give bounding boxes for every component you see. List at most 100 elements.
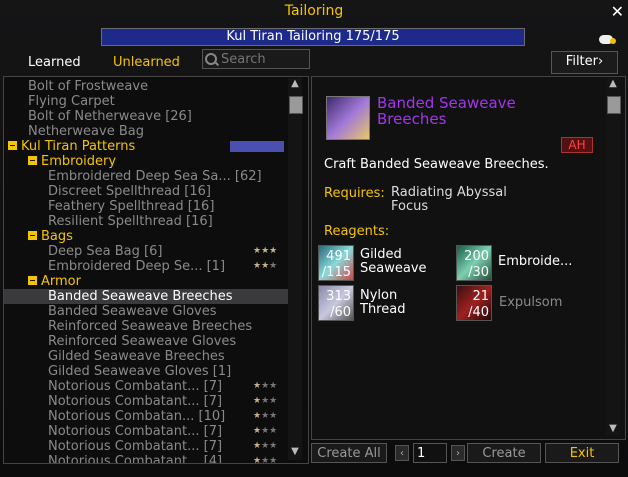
- recipe-item[interactable]: Discreet Spellthread [16]: [4, 184, 288, 199]
- reagent-name: Gilded Seaweave: [360, 247, 427, 276]
- recipe-item[interactable]: Embroidered Deep Se... [1] ★★★: [4, 259, 288, 274]
- recipe-item[interactable]: Banded Seaweave Breeches: [4, 289, 288, 304]
- category-header[interactable]: Embroidery: [4, 154, 288, 169]
- recipe-item[interactable]: Notorious Combatan... [10] ★★★: [4, 409, 288, 424]
- collapse-icon[interactable]: [28, 231, 37, 240]
- search-icon: [205, 53, 217, 65]
- reagent-need: /60: [330, 305, 351, 320]
- recipe-item[interactable]: Embroidered Deep Sea Sa... [62]: [4, 169, 288, 184]
- rank-stars: ★★★: [253, 409, 277, 424]
- row-label: Banded Seaweave Gloves: [48, 304, 217, 319]
- rank-stars: ★★★: [253, 259, 277, 274]
- recipe-list-scrollbar[interactable]: ▲ ▼: [288, 78, 303, 460]
- skill-progress-bar: Kul Tiran Tailoring 175/175: [101, 28, 525, 46]
- scroll-down-icon[interactable]: ▼: [288, 446, 302, 458]
- recipe-item[interactable]: Notorious Combatant... [4] ★★★: [4, 454, 288, 464]
- star-icon: ★: [261, 426, 270, 436]
- reagents-label: Reagents:: [324, 224, 390, 239]
- category-progress-bar: [230, 141, 284, 152]
- auction-house-button[interactable]: AH: [561, 137, 593, 153]
- row-label: Gilded Seaweave Breeches: [48, 349, 225, 364]
- quantity-input[interactable]: 1: [413, 443, 447, 463]
- chat-bubble-icon[interactable]: [599, 35, 616, 44]
- scroll-up-icon[interactable]: ▲: [606, 78, 620, 90]
- recipe-list: Bolt of Frostweave Flying Carpet Bolt of N…: [3, 76, 309, 464]
- rank-stars: ★★★: [253, 244, 277, 259]
- star-icon: ★: [269, 381, 278, 391]
- recipe-item[interactable]: Notorious Combatant... [7] ★★★: [4, 379, 288, 394]
- scroll-up-icon[interactable]: ▲: [288, 78, 302, 90]
- requires-label: Requires:: [324, 186, 385, 201]
- row-label: Flying Carpet: [28, 94, 115, 109]
- scroll-thumb[interactable]: [289, 96, 303, 114]
- reagent-icon[interactable]: 491/115: [318, 245, 354, 281]
- star-icon: ★: [253, 261, 262, 271]
- decrement-icon[interactable]: ‹: [395, 445, 409, 461]
- collapse-icon[interactable]: [8, 141, 17, 150]
- create-all-button[interactable]: Create All: [311, 443, 387, 463]
- scroll-down-icon[interactable]: ▼: [606, 423, 620, 435]
- recipe-item[interactable]: Gilded Seaweave Gloves [1]: [4, 364, 288, 379]
- close-icon[interactable]: ✕: [611, 2, 624, 21]
- row-label: Reinforced Seaweave Breeches: [48, 319, 253, 334]
- recipe-item[interactable]: Reinforced Seaweave Breeches: [4, 319, 288, 334]
- reagent-name: Embroide...: [498, 254, 573, 269]
- increment-icon[interactable]: ›: [451, 445, 465, 461]
- star-icon: ★: [261, 441, 270, 451]
- row-label: Notorious Combatant... [7]: [48, 379, 223, 394]
- recipe-item[interactable]: Notorious Combatant... [7] ★★★: [4, 394, 288, 409]
- reagent-icon[interactable]: 313/60: [318, 285, 354, 321]
- row-label: Notorious Combatant... [7]: [48, 424, 223, 439]
- reagent-icon[interactable]: 200/30: [456, 245, 492, 281]
- star-icon: ★: [253, 441, 262, 451]
- tab-unlearned[interactable]: Unlearned: [113, 55, 180, 70]
- row-label: Gilded Seaweave Gloves [1]: [48, 364, 232, 379]
- row-label: Embroidered Deep Se... [1]: [48, 259, 226, 274]
- star-icon: ★: [261, 381, 270, 391]
- detail-scrollbar[interactable]: ▲ ▼: [606, 78, 621, 436]
- create-button[interactable]: Create: [467, 443, 541, 463]
- reagent-icon[interactable]: 21/40: [456, 285, 492, 321]
- recipe-item[interactable]: Notorious Combatant... [7] ★★★: [4, 424, 288, 439]
- recipe-item[interactable]: Gilded Seaweave Breeches: [4, 349, 288, 364]
- tab-learned[interactable]: Learned: [28, 55, 81, 70]
- recipe-item[interactable]: Reinforced Seaweave Gloves: [4, 334, 288, 349]
- row-label: Bags: [41, 229, 73, 244]
- collapse-icon[interactable]: [28, 156, 37, 165]
- collapse-icon[interactable]: [28, 276, 37, 285]
- recipe-item[interactable]: Banded Seaweave Gloves: [4, 304, 288, 319]
- recipe-item[interactable]: Netherweave Bag: [4, 124, 288, 139]
- star-icon: ★: [261, 456, 270, 464]
- star-icon: ★: [253, 456, 262, 464]
- window-title: Tailoring: [284, 3, 344, 19]
- rank-stars: ★★★: [253, 454, 277, 464]
- recipe-item[interactable]: Flying Carpet: [4, 94, 288, 109]
- row-label: Armor: [41, 274, 81, 289]
- row-label: Reinforced Seaweave Gloves: [48, 334, 237, 349]
- reagent-need: /115: [321, 265, 351, 280]
- row-label: Resilient Spellthread [16]: [48, 214, 213, 229]
- recipe-item[interactable]: Feathery Spellthread [16]: [4, 199, 288, 214]
- recipe-item[interactable]: Notorious Combatant... [7] ★★★: [4, 439, 288, 454]
- row-label: Deep Sea Bag [6]: [48, 244, 163, 259]
- recipe-icon[interactable]: [326, 96, 370, 140]
- category-header[interactable]: Bags: [4, 229, 288, 244]
- recipe-item[interactable]: Resilient Spellthread [16]: [4, 214, 288, 229]
- filter-button[interactable]: Filter›: [551, 51, 618, 74]
- reagent-have: 21: [472, 289, 489, 304]
- exit-button[interactable]: Exit: [545, 443, 619, 463]
- recipe-item[interactable]: Bolt of Frostweave: [4, 79, 288, 94]
- row-label: Bolt of Netherweave [26]: [28, 109, 192, 124]
- reagent-name: Expulsom: [499, 295, 563, 310]
- recipe-item[interactable]: Bolt of Netherweave [26]: [4, 109, 288, 124]
- recipe-item[interactable]: Deep Sea Bag [6] ★★★: [4, 244, 288, 259]
- scroll-thumb[interactable]: [607, 96, 621, 114]
- row-label: Notorious Combatant... [7]: [48, 394, 223, 409]
- search-input[interactable]: [202, 49, 310, 69]
- star-icon: ★: [269, 261, 278, 271]
- category-header[interactable]: Kul Tiran Patterns: [4, 139, 288, 154]
- row-label: Feathery Spellthread [16]: [48, 199, 215, 214]
- star-icon: ★: [253, 246, 262, 256]
- category-header[interactable]: Armor: [4, 274, 288, 289]
- row-label: Netherweave Bag: [28, 124, 144, 139]
